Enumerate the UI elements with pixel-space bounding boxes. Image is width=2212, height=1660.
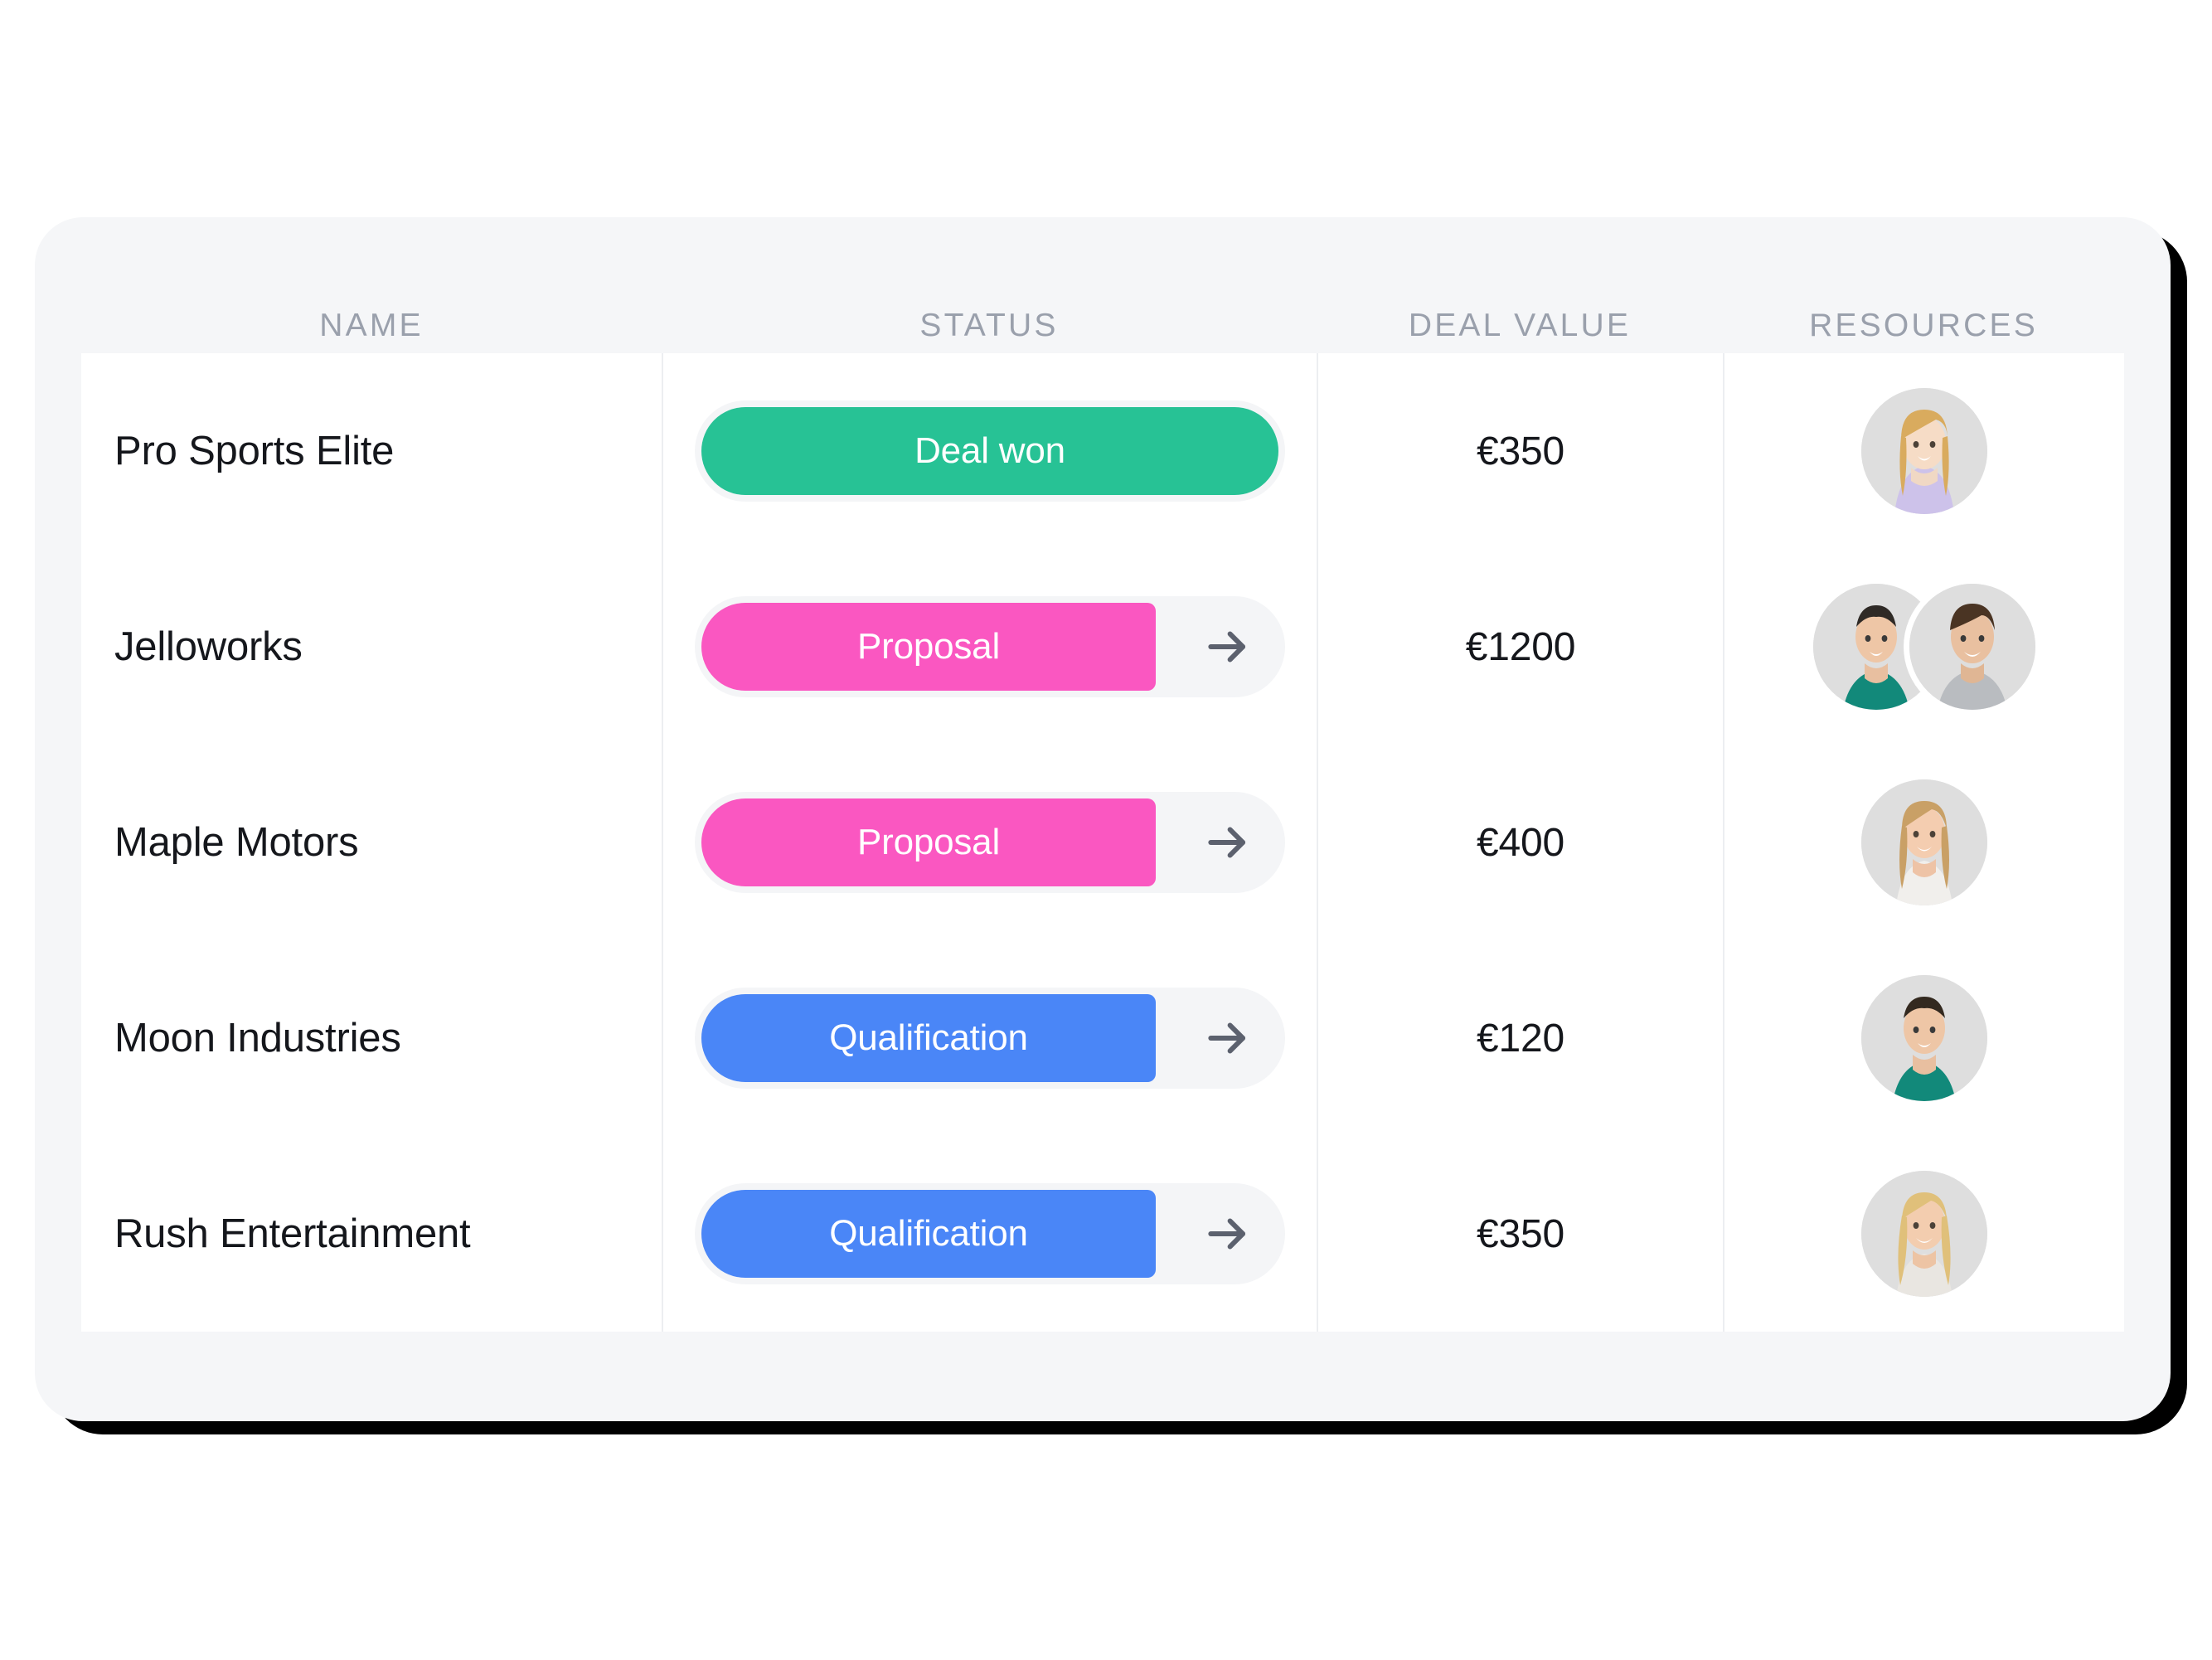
column-header-resources: RESOURCES bbox=[1809, 308, 2038, 343]
table-row[interactable]: Jelloworks Proposal €1200 bbox=[81, 549, 2124, 745]
status-track[interactable]: Qualification bbox=[695, 1183, 1285, 1284]
cell-company-name: Rush Entertainment bbox=[114, 1211, 471, 1256]
table-body: Pro Sports Elite Deal won €350 Jellowork… bbox=[81, 353, 2124, 1332]
avatar-group bbox=[1861, 779, 1987, 905]
cell-deal-value: €350 bbox=[1317, 353, 1723, 549]
avatar[interactable] bbox=[1861, 975, 1987, 1101]
table-header-row: NAME STATUS DEAL VALUE RESOURCES bbox=[81, 217, 2124, 353]
cell-company-name: Jelloworks bbox=[114, 624, 303, 669]
screenshot-stage: NAME STATUS DEAL VALUE RESOURCES Pro Spo… bbox=[0, 0, 2212, 1660]
column-header-deal-value: DEAL VALUE bbox=[1408, 308, 1632, 343]
cell-status: Proposal bbox=[662, 549, 1317, 745]
cell-company-name: Moon Industries bbox=[114, 1016, 401, 1061]
arrow-right-icon[interactable] bbox=[1202, 596, 1254, 697]
table-row[interactable]: Pro Sports Elite Deal won €350 bbox=[81, 353, 2124, 549]
cell-company-name: Pro Sports Elite bbox=[114, 429, 395, 473]
arrow-right-icon[interactable] bbox=[1202, 988, 1254, 1089]
avatar[interactable] bbox=[1861, 779, 1987, 905]
avatar[interactable] bbox=[1909, 584, 2035, 710]
status-track[interactable]: Qualification bbox=[695, 988, 1285, 1089]
cell-status: Qualification bbox=[662, 1136, 1317, 1332]
status-badge-qualification[interactable]: Qualification bbox=[701, 1190, 1156, 1278]
cell-status: Proposal bbox=[662, 745, 1317, 940]
cell-company-name: Maple Motors bbox=[114, 820, 359, 865]
avatar-group bbox=[1861, 975, 1987, 1101]
column-header-status: STATUS bbox=[919, 308, 1059, 343]
status-track[interactable]: Proposal bbox=[695, 596, 1285, 697]
cell-resources bbox=[1723, 353, 2124, 549]
avatar-group bbox=[1861, 388, 1987, 514]
cell-resources bbox=[1723, 549, 2124, 745]
status-badge-qualification[interactable]: Qualification bbox=[701, 994, 1156, 1082]
arrow-right-icon[interactable] bbox=[1202, 792, 1254, 893]
avatar-group bbox=[1813, 584, 2035, 710]
cell-resources bbox=[1723, 940, 2124, 1136]
cell-resources bbox=[1723, 745, 2124, 940]
status-badge-proposal[interactable]: Proposal bbox=[701, 798, 1156, 886]
cell-resources bbox=[1723, 1136, 2124, 1332]
cell-deal-value: €400 bbox=[1317, 745, 1723, 940]
cell-status: Qualification bbox=[662, 940, 1317, 1136]
status-badge-proposal[interactable]: Proposal bbox=[701, 603, 1156, 691]
table-row[interactable]: Maple Motors Proposal €400 bbox=[81, 745, 2124, 940]
table-row[interactable]: Rush Entertainment Qualification €350 bbox=[81, 1136, 2124, 1332]
avatar[interactable] bbox=[1861, 1171, 1987, 1297]
status-badge-deal-won[interactable]: Deal won bbox=[701, 407, 1278, 495]
status-track[interactable]: Deal won bbox=[695, 400, 1285, 502]
avatar[interactable] bbox=[1861, 388, 1987, 514]
table-row[interactable]: Moon Industries Qualification €120 bbox=[81, 940, 2124, 1136]
status-track[interactable]: Proposal bbox=[695, 792, 1285, 893]
arrow-right-icon[interactable] bbox=[1202, 1183, 1254, 1284]
cell-deal-value: €1200 bbox=[1317, 549, 1723, 745]
column-header-name: NAME bbox=[319, 308, 424, 343]
avatar-group bbox=[1861, 1171, 1987, 1297]
cell-status: Deal won bbox=[662, 353, 1317, 549]
device-frame: NAME STATUS DEAL VALUE RESOURCES Pro Spo… bbox=[35, 217, 2171, 1421]
cell-deal-value: €120 bbox=[1317, 940, 1723, 1136]
cell-deal-value: €350 bbox=[1317, 1136, 1723, 1332]
deals-table: NAME STATUS DEAL VALUE RESOURCES Pro Spo… bbox=[81, 217, 2124, 1335]
